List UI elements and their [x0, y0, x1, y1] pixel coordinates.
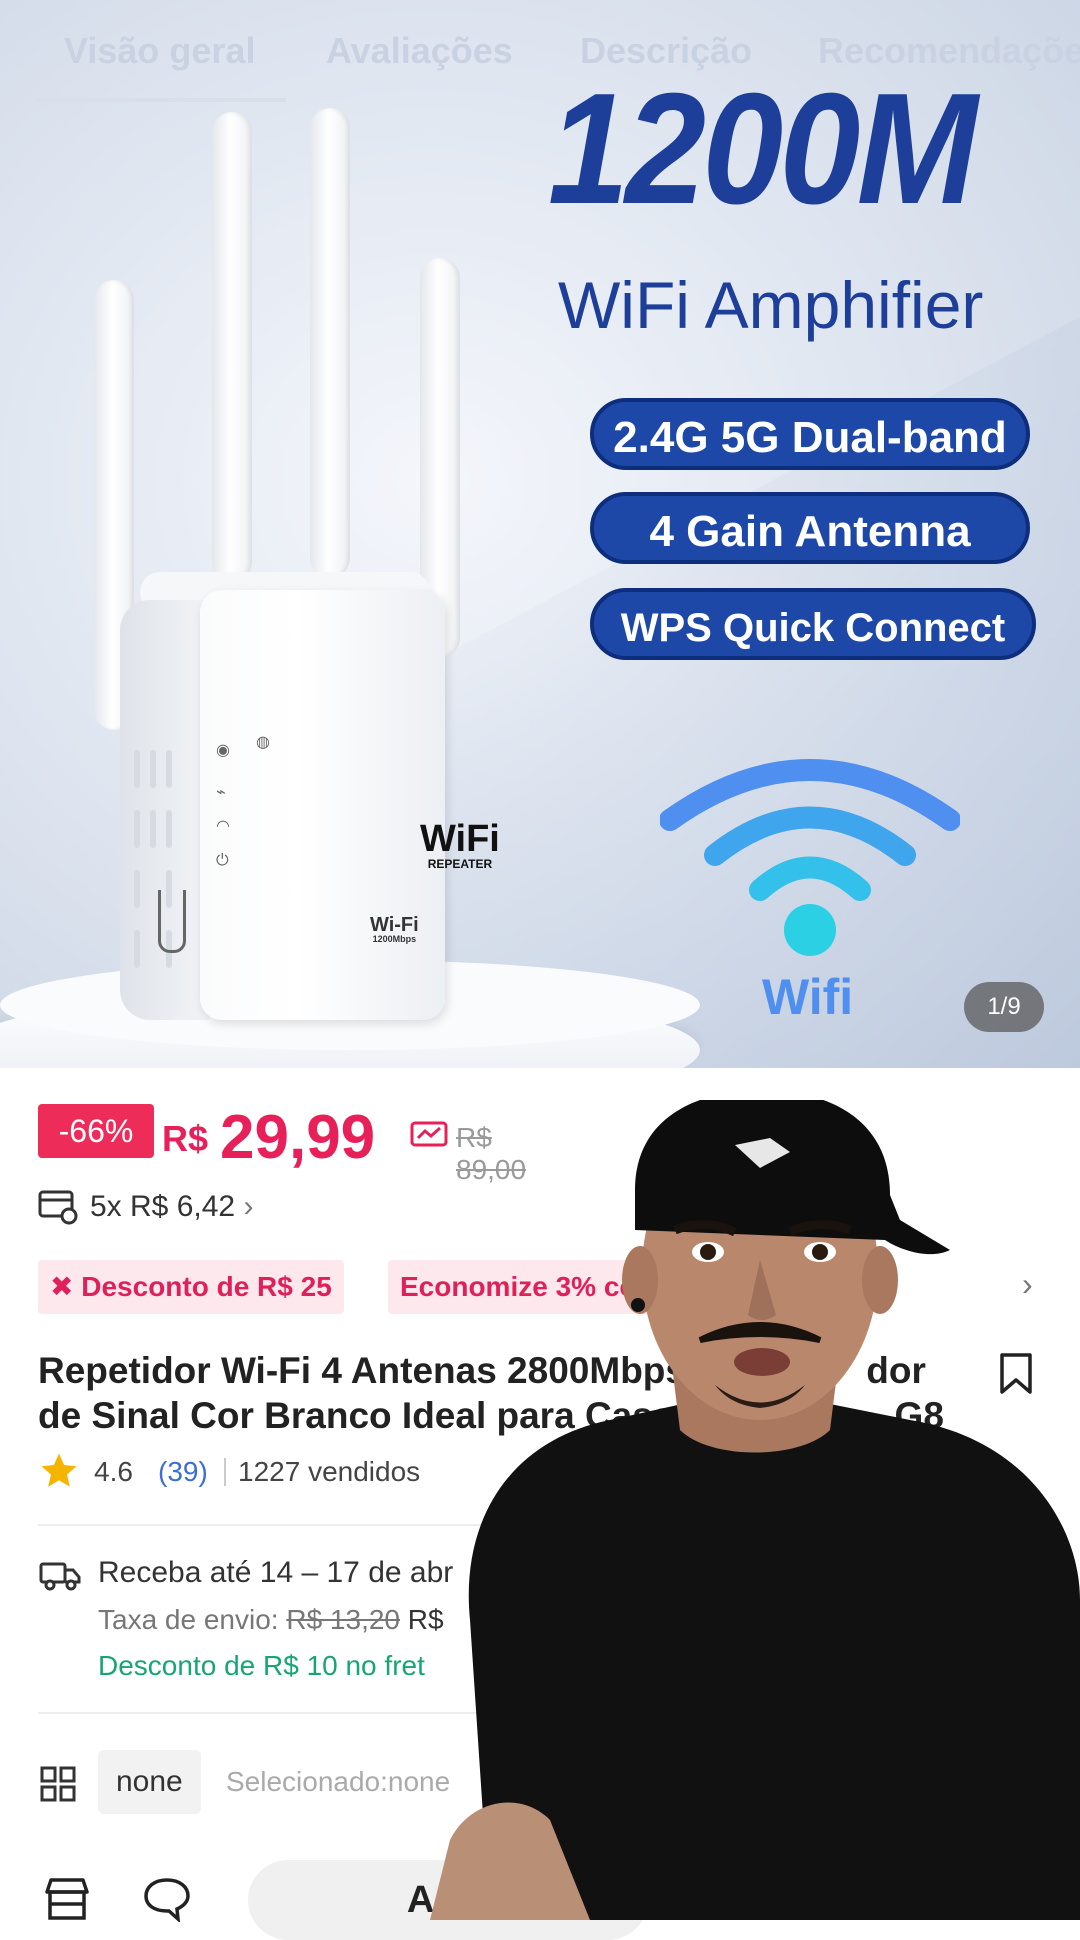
lock-led-icon: ◍: [256, 734, 270, 751]
variant-chip[interactable]: none: [98, 1750, 201, 1814]
review-count[interactable]: (39): [158, 1456, 208, 1488]
hero-subtitle: WiFi Amphifier: [558, 268, 984, 342]
installment-card-icon: [38, 1190, 78, 1225]
promo-discount-tag[interactable]: ✖ Desconto de R$ 25: [38, 1260, 344, 1314]
shipping-fee-label: Taxa de envio:: [98, 1604, 279, 1635]
separator: [224, 1458, 226, 1486]
feature-pill: 4 Gain Antenna: [590, 492, 1030, 564]
device-wifi-small-logo: Wi-Fi 1200Mbps: [370, 914, 419, 944]
discount-badge: -66%: [38, 1104, 154, 1158]
antenna: [310, 108, 350, 578]
product-image-carousel[interactable]: Visão geral Avaliações Descrição Recomen…: [0, 0, 1080, 1068]
price-currency: R$: [162, 1118, 209, 1159]
promo-label: Desconto de R$ 25: [81, 1271, 332, 1302]
wifi-signal-icon: [660, 759, 960, 956]
image-counter: 1/9: [964, 982, 1044, 1032]
device-front: ◉ ◍ ⌁ ◠ ⏻ WiFi REPEATER Wi-Fi 1200Mbps: [200, 590, 500, 1020]
shipping-fee-old: R$ 13,20: [286, 1604, 400, 1635]
delivery-truck-icon: [39, 1562, 81, 1591]
signal-led-icon: ⌁: [216, 784, 226, 801]
device-wifi-logo: WiFi REPEATER: [420, 818, 500, 871]
rating-value: 4.6: [94, 1456, 133, 1487]
variant-selected: Selecionado:none: [226, 1766, 451, 1797]
shipping-discount: Desconto de R$ 10 no fret: [98, 1650, 425, 1681]
wifi-led-icon: ◠: [216, 818, 230, 835]
price-value: 29,99: [220, 1103, 376, 1172]
sold-count: 1227 vendidos: [238, 1456, 421, 1487]
store-icon[interactable]: [42, 1876, 92, 1922]
antenna: [212, 112, 252, 582]
variants-grid-icon: [40, 1766, 76, 1802]
star-icon: [41, 1453, 77, 1487]
device-side: [120, 600, 210, 1020]
delivery-estimate: Receba até 14 – 17 de abr: [98, 1556, 454, 1589]
hero-title: 1200M: [548, 61, 978, 237]
tab-overview[interactable]: Visão geral: [64, 30, 255, 72]
presenter-video-overlay: [430, 1100, 1080, 1920]
tab-reviews[interactable]: Avaliações: [326, 30, 513, 72]
active-tab-indicator: [36, 98, 286, 102]
feature-pill: 2.4G 5G Dual-band: [590, 398, 1030, 470]
power-led-icon: ⏻: [216, 852, 229, 869]
promo-icon: ✖: [50, 1271, 82, 1302]
installments-text: 5x R$ 6,42: [90, 1190, 236, 1223]
feature-pill: WPS Quick Connect: [590, 588, 1036, 660]
usb-port: [158, 890, 186, 953]
wifi-label: Wifi: [762, 969, 854, 1025]
shipping-fee: Taxa de envio: R$ 13,20 R$: [98, 1604, 444, 1636]
chevron-right-icon: ›: [243, 1190, 254, 1223]
chat-icon[interactable]: [142, 1876, 192, 1922]
wifi-repeater-device: ◉ ◍ ⌁ ◠ ⏻ WiFi REPEATER Wi-Fi 1200Mbps: [94, 108, 500, 1020]
wps-led-icon: ◉: [216, 742, 230, 759]
